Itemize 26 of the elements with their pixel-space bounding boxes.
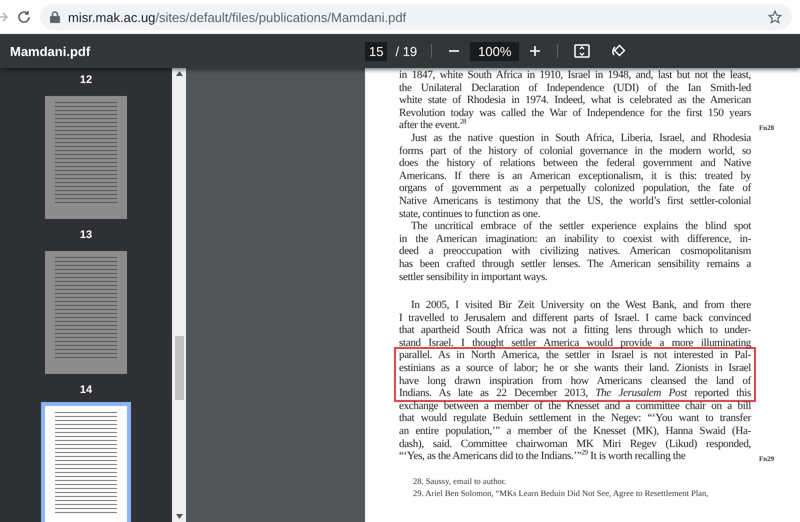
page-thumbnail[interactable] <box>45 251 127 374</box>
page-thumbnail[interactable] <box>45 406 127 522</box>
page-count: / 19 <box>395 44 418 58</box>
document-title: Mamdani.pdf <box>10 44 92 58</box>
scrollbar-thumb[interactable] <box>174 336 184 400</box>
page-label: 12 <box>80 74 92 86</box>
body-paragraph: The uncritical embrace of the settler experience explains the blind spot in the American imagination: an inability to coexist with difference, in- deed a preoccupation with civilizing natives. American cosmopolitanism has been crafted through settler lenses. The American sensibility remains a settler sensibility in important ways. <box>399 220 751 284</box>
zoom-field[interactable]: 100% <box>470 42 520 60</box>
scroll-up-icon[interactable] <box>176 71 182 76</box>
footnote: 28. Saussy, email to author. <box>413 474 508 487</box>
footnote: 29. Ariel Ben Solomon, “MKs Learn Beduin Did Not See, Agree to Resettlement Plan, <box>413 486 710 499</box>
page-thumbnail[interactable] <box>45 96 127 219</box>
body-paragraph: in 1847, white South Africa in 1910, Israel in 1948, and, last but not the least, the Unilateral Declaration of Independence (UDI) of the Ian Smith-led white state of Rhodesia in 1974. Indeed, what is celebrated as the American Revolution today was called the War of Independence for the first 150 years after the event.$^{28}$ <box>399 69 751 132</box>
lock-icon <box>50 11 60 23</box>
fit-page-button[interactable] <box>572 42 592 60</box>
body-paragraph: Just as the native question in South Africa, Liberia, Israel, and Rhodesia forms part of the history of colonial governance in the modern world, so does the history of relations between the federal government and Native Americans. If there is an American exceptionalism, it is this: treated by organs of government as a perpetually colonized population, the fate of Native Americans is testimony that the US, the world’s first settler-colonial state, continues to function as one. <box>399 132 751 220</box>
page-label: 13 <box>80 229 92 241</box>
star-icon[interactable] <box>768 10 782 24</box>
scroll-down-icon[interactable] <box>176 514 182 519</box>
body-paragraph: exchange between a member of the Knesset and a committee chair on a bill that would regulate Beduin settlement in the Negev: “‘You want to transfer an entire population,’” a member of the Knesset (MK), Hanna Swaid (Ha- dash), said. Committee chairwoman MK Miri Regev (Likud) responded, “‘Yes, as the Americans did to the Indians.’”$^{29}$ It is worth recalling the <box>399 400 751 463</box>
url-text: misr.mak.ac.ug/sites/default/files/publications/Mamdani.pdf <box>68 10 406 24</box>
address-bar[interactable]: misr.mak.ac.ug/sites/default/files/publications/Mamdani.pdf <box>40 4 792 30</box>
reload-icon[interactable] <box>16 9 32 25</box>
page-label: 14 <box>80 384 92 396</box>
page-number-field[interactable]: 15 <box>365 42 388 60</box>
scrollbar[interactable] <box>172 68 186 522</box>
